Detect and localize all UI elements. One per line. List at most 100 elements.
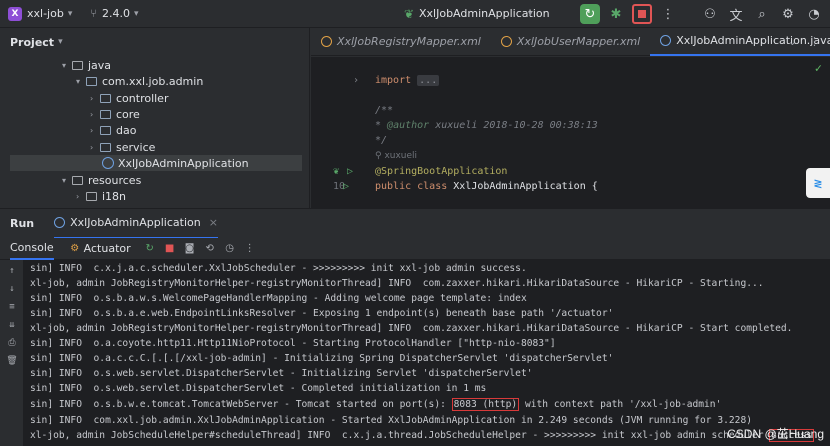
camera-icon[interactable]: ◙ [183,242,197,256]
branch-icon: ⑂ [90,7,97,20]
folded-imports[interactable]: ... [417,75,440,86]
spring-class-icon [660,35,672,46]
search-icon[interactable]: ⌕ [752,4,772,24]
folder-icon [72,175,83,185]
arrow-up-icon[interactable]: ↑ [5,266,19,278]
translate-icon[interactable]: 文 [726,4,746,24]
gear-icon[interactable]: ⚙ [778,4,798,24]
chevron-down-icon[interactable]: ▾ [68,9,73,19]
code-line-doc-open: /** [375,105,394,116]
more-icon[interactable]: ⋮ [658,4,678,24]
package-icon [86,76,97,86]
rerun-icon[interactable]: ↻ [143,242,157,256]
tab-registry-mapper[interactable]: XxlJobRegistryMapper.xml [311,28,491,56]
check-icon[interactable]: ✓ [815,61,822,75]
code-editor[interactable]: › ❦ ▷ 10 ▷ import ... /** * @author xuxu… [311,57,830,208]
trash-icon[interactable]: 🗑 [5,356,19,368]
code-line-author: * @author xuxueli 2018-10-28 00:38:13 [375,120,598,131]
package-icon [100,125,111,135]
add-user-icon[interactable]: ⚇ [700,4,720,24]
console-line: sin] INFO o.a.coyote.http11.Http11NioPro… [30,338,556,349]
debug-icon[interactable]: ✱ [606,4,626,24]
console-gutter: ↑ ↓ ≡ ⇊ ⎙ 🗑 [0,260,24,446]
console-line: sin] INFO o.s.b.a.e.web.EndpointLinksRes… [30,308,614,319]
console-output[interactable]: ↑ ↓ ≡ ⇊ ⎙ 🗑 sin] INFO c.x.j.a.c.schedule… [0,260,830,446]
chevron-right-icon[interactable]: › [90,110,100,119]
run-gutter-icon[interactable]: ▷ [347,166,353,177]
tab-actuator[interactable]: Actuator [84,242,131,255]
tree-item-core[interactable]: › core [90,106,140,122]
print-icon[interactable]: ⎙ [5,338,19,350]
project-panel-header: Project ▾ [0,28,309,56]
run-gutter-icon[interactable]: ▷ [343,181,349,192]
rerun-icon[interactable]: ↻ [580,4,600,24]
console-line: sin] INFO o.s.web.servlet.DispatcherServ… [30,383,487,394]
tree-item-resources[interactable]: ▾ resources [62,172,141,188]
tree-item-main-class[interactable]: XxlJobAdminApplication [10,155,302,171]
code-line-annotation: @SpringBootApplication [375,166,508,177]
profiler-icon[interactable]: ◷ [223,242,237,256]
console-line-tomcat: sin] INFO o.s.b.w.e.tomcat.TomcatWebServ… [30,398,722,411]
tab-user-mapper[interactable]: XxlJobUserMapper.xml [491,28,650,56]
scroll-to-end-icon[interactable]: ⇊ [5,320,19,332]
code-line-class-decl: public class XxlJobAdminApplication { [375,181,598,192]
spring-class-icon [102,157,114,169]
run-panel-label: Run [10,217,35,230]
tree-item-controller[interactable]: › controller [90,90,168,106]
code-line-doc-close: */ [375,135,388,146]
spring-icon: ❦ [404,6,415,21]
stop-icon[interactable]: ■ [163,242,177,256]
chevron-down-icon[interactable]: ▾ [76,77,86,86]
spring-class-icon [54,217,66,228]
chevron-right-icon[interactable]: › [90,94,100,103]
stop-icon[interactable] [632,4,652,24]
version-label[interactable]: 2.4.0 [102,7,130,20]
tree-item-dao[interactable]: › dao [90,122,136,138]
run-tab-admin-application[interactable]: XxlJobAdminApplication × [54,209,218,239]
run-toolbar: Console ⚙ Actuator ↻ ■ ◙ ⟲ ◷ ⋮ [0,238,830,260]
more-icon[interactable]: ⋮ [243,242,257,256]
folder-icon [86,191,97,201]
chevron-down-icon[interactable]: ▾ [528,9,533,19]
close-icon[interactable]: × [209,216,218,229]
watermark: CSDN @茁Huang [727,427,824,441]
tree-item-java[interactable]: ▾ java [62,57,111,73]
tree-item-service[interactable]: › service [90,139,155,155]
tree-item-i18n[interactable]: › i18n [76,188,126,204]
tab-console[interactable]: Console [10,238,54,260]
project-badge[interactable]: X [8,6,22,21]
console-line: sin] INFO o.a.c.c.C.[.[.[/xxl-job-admin]… [30,353,614,364]
console-line-scheduler: xl-job, admin JobScheduleHelper#schedule… [30,429,814,442]
console-line: xl-job, admin JobRegistryMonitorHelper-r… [30,323,793,334]
chevron-right-icon[interactable]: › [76,192,86,201]
code-line-import: import ... [375,75,440,86]
inlay-author-hint[interactable]: ⚲ xuxueli [375,151,417,161]
chevron-right-icon[interactable]: › [90,126,100,135]
package-icon [100,109,111,119]
chevron-down-icon[interactable]: ▾ [134,9,139,19]
bell-icon[interactable]: ◔ [804,4,824,24]
package-icon [100,142,111,152]
arrow-down-icon[interactable]: ↓ [5,284,19,296]
restore-layout-icon[interactable]: ⟲ [203,242,217,256]
console-line: xl-job, admin JobRegistryMonitorHelper-r… [30,278,764,289]
more-icon[interactable]: ⋮ [809,35,820,48]
chevron-down-icon[interactable]: ▾ [62,176,72,185]
chevron-down-icon[interactable]: ▾ [58,37,63,47]
panel-title[interactable]: Project [10,36,54,49]
chevron-right-icon[interactable]: › [90,143,100,152]
console-line: sin] INFO o.s.web.servlet.DispatcherServ… [30,368,533,379]
folder-icon [72,60,83,70]
fold-icon[interactable]: › [353,75,359,86]
project-name[interactable]: xxl-job [27,7,64,20]
floating-plugin-icon[interactable]: ≷ [806,168,830,198]
line-number: 10 [332,181,345,192]
soft-wrap-icon[interactable]: ≡ [5,302,19,314]
xml-file-icon [500,36,512,47]
editor-tab-bar: XxlJobRegistryMapper.xml XxlJobUserMappe… [311,28,830,56]
chevron-down-icon[interactable]: ⌄ [788,35,797,48]
chevron-down-icon[interactable]: ▾ [62,61,72,70]
title-bar: X xxl-job ▾ ⑂ 2.4.0 ▾ ❦ XxlJobAdminAppli… [0,0,830,28]
spring-bean-icon[interactable]: ❦ [333,166,339,177]
tree-item-package[interactable]: ▾ com.xxl.job.admin [76,73,203,89]
